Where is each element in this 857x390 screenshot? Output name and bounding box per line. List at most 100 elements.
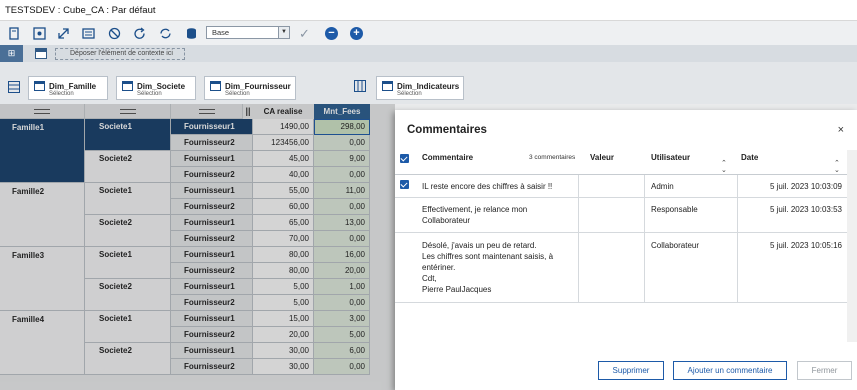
mnt-fees-value[interactable]: 0,00 <box>314 135 370 151</box>
fournisseur-cell[interactable]: Fournisseur2 <box>171 327 253 343</box>
comment-row[interactable]: IL reste encore des chiffres à saisir !!… <box>395 175 847 198</box>
delete-button[interactable]: Supprimer <box>598 361 664 380</box>
dim-chip-famille[interactable]: Dim_Famille Sélection <box>28 76 108 100</box>
ca-realise-value[interactable]: 65,00 <box>253 215 314 231</box>
rows-dimension-icon[interactable] <box>8 81 20 93</box>
remove-button[interactable]: − <box>325 27 338 40</box>
mnt-fees-value[interactable]: 5,00 <box>314 327 370 343</box>
row-checkbox[interactable] <box>400 180 409 189</box>
ca-realise-value[interactable]: 80,00 <box>253 247 314 263</box>
database-icon[interactable] <box>185 27 198 40</box>
add-button[interactable]: + <box>350 27 363 40</box>
mnt-fees-value[interactable]: 0,00 <box>314 359 370 375</box>
ca-realise-value[interactable]: 30,00 <box>253 359 314 375</box>
ca-realise-value[interactable]: 60,00 <box>253 199 314 215</box>
fournisseur-cell[interactable]: Fournisseur2 <box>171 295 253 311</box>
close-icon[interactable]: × <box>838 124 844 136</box>
fournisseur-cell[interactable]: Fournisseur1 <box>171 247 253 263</box>
dim-chip-societe[interactable]: Dim_Societe Sélection <box>116 76 196 100</box>
comment-row[interactable]: Effectivement, je relance mon Collaborat… <box>395 198 847 233</box>
check-icon[interactable]: ✓ <box>298 26 311 41</box>
settings-panel-icon[interactable] <box>33 27 46 40</box>
refresh-icon[interactable] <box>133 27 146 40</box>
mnt-fees-value[interactable]: 0,00 <box>314 295 370 311</box>
fournisseur-cell[interactable]: Fournisseur2 <box>171 263 253 279</box>
societe-cell[interactable]: Societe2 <box>85 279 171 311</box>
fournisseur-cell[interactable]: Fournisseur1 <box>171 151 253 167</box>
fournisseur-cell[interactable]: Fournisseur1 <box>171 311 253 327</box>
societe-cell[interactable]: Societe2 <box>85 215 171 247</box>
dialog-scrollbar[interactable] <box>847 150 857 342</box>
ca-realise-value[interactable]: 40,00 <box>253 167 314 183</box>
fournisseur-cell[interactable]: Fournisseur2 <box>171 167 253 183</box>
hide-zero-icon[interactable] <box>108 27 121 40</box>
row-header-fournisseur[interactable] <box>171 104 243 119</box>
sort-icon[interactable]: ⌃ ⌄ <box>721 160 727 174</box>
mnt-fees-value[interactable]: 9,00 <box>314 151 370 167</box>
famille-cell[interactable]: Famille1 <box>0 119 85 183</box>
famille-cell[interactable]: Famille4 <box>0 311 85 375</box>
add-comment-button[interactable]: Ajouter un commentaire <box>673 361 787 380</box>
ca-realise-value[interactable]: 55,00 <box>253 183 314 199</box>
ca-realise-value[interactable]: 123456,00 <box>253 135 314 151</box>
col-valeur[interactable]: Valeur <box>590 150 614 175</box>
ca-realise-value[interactable]: 15,00 <box>253 311 314 327</box>
dim-chip-fournisseur[interactable]: Dim_Fournisseur Sélection <box>204 76 296 100</box>
ca-realise-value[interactable]: 5,00 <box>253 295 314 311</box>
row-header-societe[interactable] <box>85 104 171 119</box>
ca-realise-value[interactable]: 1490,00 <box>253 119 314 135</box>
base-select[interactable]: Base ▼ <box>206 26 290 39</box>
mnt-fees-value[interactable]: 3,00 <box>314 311 370 327</box>
column-splitter[interactable]: || <box>243 104 253 119</box>
societe-cell[interactable]: Societe2 <box>85 151 171 183</box>
mnt-fees-value[interactable]: 298,00 <box>314 119 370 135</box>
sync-icon[interactable] <box>159 27 172 40</box>
fournisseur-cell[interactable]: Fournisseur2 <box>171 359 253 375</box>
fournisseur-cell[interactable]: Fournisseur1 <box>171 119 253 135</box>
fournisseur-cell[interactable]: Fournisseur1 <box>171 343 253 359</box>
fournisseur-cell[interactable]: Fournisseur1 <box>171 215 253 231</box>
grid-view-icon[interactable] <box>82 27 95 40</box>
row-header-famille[interactable] <box>0 104 85 119</box>
fournisseur-cell[interactable]: Fournisseur2 <box>171 231 253 247</box>
ca-realise-value[interactable]: 20,00 <box>253 327 314 343</box>
ca-realise-value[interactable]: 5,00 <box>253 279 314 295</box>
col-commentaire[interactable]: Commentaire <box>422 150 473 175</box>
fournisseur-cell[interactable]: Fournisseur1 <box>171 183 253 199</box>
col-utilisateur[interactable]: Utilisateur <box>651 150 690 175</box>
fournisseur-cell[interactable]: Fournisseur1 <box>171 279 253 295</box>
mnt-fees-value[interactable]: 16,00 <box>314 247 370 263</box>
ca-realise-value[interactable]: 45,00 <box>253 151 314 167</box>
societe-cell[interactable]: Societe1 <box>85 119 171 151</box>
col-header-realise[interactable]: CA realise <box>253 104 313 119</box>
context-grid-icon[interactable]: ⊞ <box>0 45 23 62</box>
ca-realise-value[interactable]: 70,00 <box>253 231 314 247</box>
mnt-fees-value[interactable]: 1,00 <box>314 279 370 295</box>
societe-cell[interactable]: Societe2 <box>85 343 171 375</box>
col-header-fees[interactable]: Mnt_Fees <box>314 104 370 119</box>
mnt-fees-value[interactable]: 13,00 <box>314 215 370 231</box>
famille-cell[interactable]: Famille3 <box>0 247 85 311</box>
mnt-fees-value[interactable]: 0,00 <box>314 167 370 183</box>
col-date[interactable]: Date <box>741 150 758 175</box>
mnt-fees-value[interactable]: 11,00 <box>314 183 370 199</box>
document-icon[interactable] <box>8 27 21 40</box>
dim-chip-indicateurs[interactable]: Dim_Indicateurs Sélection <box>376 76 464 100</box>
mnt-fees-value[interactable]: 6,00 <box>314 343 370 359</box>
fournisseur-cell[interactable]: Fournisseur2 <box>171 199 253 215</box>
societe-cell[interactable]: Societe1 <box>85 311 171 343</box>
famille-cell[interactable]: Famille2 <box>0 183 85 247</box>
context-drop-zone[interactable]: Déposer l'élément de contexte ici <box>55 48 185 60</box>
sort-icon[interactable]: ⌃ ⌄ <box>834 160 840 174</box>
fournisseur-cell[interactable]: Fournisseur2 <box>171 135 253 151</box>
select-all-checkbox[interactable] <box>400 154 409 163</box>
mnt-fees-value[interactable]: 0,00 <box>314 231 370 247</box>
mnt-fees-value[interactable]: 20,00 <box>314 263 370 279</box>
ca-realise-value[interactable]: 80,00 <box>253 263 314 279</box>
expand-icon[interactable] <box>57 27 70 40</box>
comment-row[interactable]: Désolé, j'avais un peu de retard. Les ch… <box>395 233 847 303</box>
close-button[interactable]: Fermer <box>797 361 852 380</box>
societe-cell[interactable]: Societe1 <box>85 183 171 215</box>
columns-dimension-icon[interactable] <box>354 80 366 92</box>
ca-realise-value[interactable]: 30,00 <box>253 343 314 359</box>
